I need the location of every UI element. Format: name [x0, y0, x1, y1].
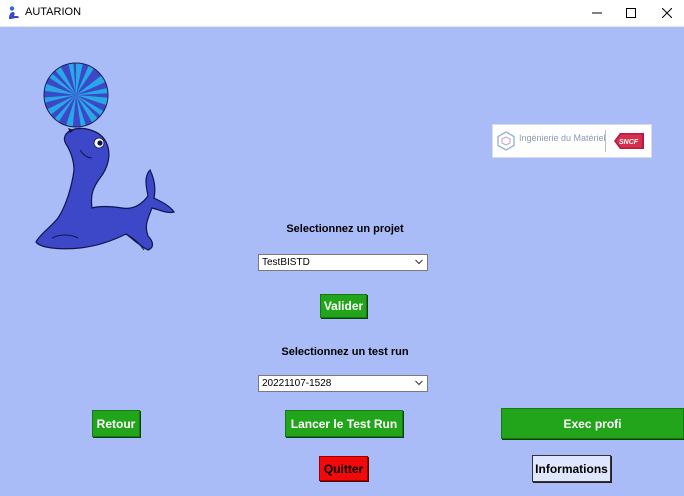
- hexagon-logo-icon: [497, 131, 515, 151]
- launch-test-run-button[interactable]: Lancer le Test Run: [285, 410, 403, 437]
- chevron-down-icon: [415, 380, 423, 386]
- project-select-value: TestBISTD: [262, 257, 310, 268]
- testrun-select-value: 20221107-1528: [262, 378, 332, 389]
- close-button[interactable]: [650, 0, 684, 26]
- project-label: Selectionnez un projet: [286, 223, 404, 235]
- minimize-button[interactable]: [580, 0, 614, 26]
- title-bar: AUTARION: [0, 0, 684, 27]
- maximize-button[interactable]: [614, 0, 648, 26]
- chevron-down-icon: [415, 259, 423, 265]
- maximize-icon: [626, 8, 636, 18]
- testrun-label: Selectionnez un test run: [281, 346, 409, 358]
- exec-profi-button[interactable]: Exec profi: [501, 408, 684, 439]
- app-window: AUTARION Ingénierie du Matériel SNCF Sel…: [0, 0, 684, 496]
- sncf-brand-logo: SNCF: [614, 133, 644, 149]
- sncf-logo: Ingénierie du Matériel SNCF: [492, 124, 652, 158]
- sncf-brand-text: SNCF: [619, 139, 639, 146]
- close-icon: [662, 8, 672, 18]
- seal-mascot-image: [35, 62, 175, 251]
- validate-button[interactable]: Valider: [320, 294, 367, 318]
- informations-button[interactable]: Informations: [532, 455, 611, 482]
- window-title: AUTARION: [25, 6, 82, 18]
- striped-ball-icon: [44, 63, 108, 127]
- minimize-icon: [592, 12, 602, 14]
- logo-divider: [605, 130, 606, 152]
- logo-text: Ingénierie du Matériel: [519, 133, 606, 143]
- project-select[interactable]: TestBISTD: [258, 254, 428, 271]
- quit-button[interactable]: Quitter: [319, 456, 368, 481]
- testrun-select[interactable]: 20221107-1528: [258, 375, 428, 392]
- seal-app-icon: [9, 6, 19, 19]
- back-button[interactable]: Retour: [92, 410, 140, 437]
